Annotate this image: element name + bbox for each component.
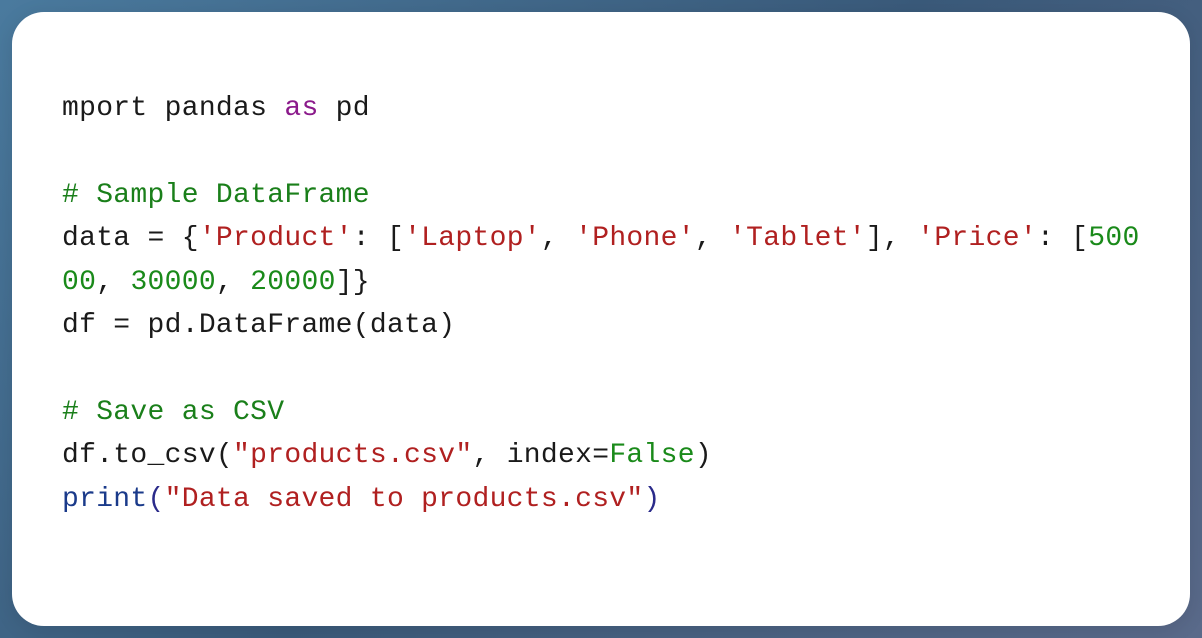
- code-token: ,: [541, 223, 575, 254]
- code-string: 'Tablet': [729, 223, 866, 254]
- code-token: : [: [1037, 223, 1088, 254]
- code-token: ,: [216, 267, 250, 298]
- code-token: ,: [96, 267, 130, 298]
- code-number: 30000: [130, 267, 216, 298]
- code-string: "Data saved to products.csv": [165, 484, 644, 515]
- code-comment: # Sample DataFrame: [62, 180, 370, 211]
- code-paren: (: [148, 484, 165, 515]
- code-paren: ): [644, 484, 661, 515]
- code-func: print: [62, 484, 148, 515]
- code-string: 'Laptop': [404, 223, 541, 254]
- code-token: df.to_csv(: [62, 440, 233, 471]
- code-card: mport pandas as pd # Sample DataFrame da…: [12, 12, 1190, 626]
- code-token: , index=: [472, 440, 609, 471]
- code-token: data = {: [62, 223, 199, 254]
- code-token: mport pandas: [62, 93, 284, 124]
- code-string: 'Price': [917, 223, 1037, 254]
- code-number: 20000: [250, 267, 336, 298]
- code-token: pd: [319, 93, 370, 124]
- code-block: mport pandas as pd # Sample DataFrame da…: [62, 87, 1140, 521]
- code-string: "products.csv": [233, 440, 472, 471]
- code-token: : [: [353, 223, 404, 254]
- code-string: 'Phone': [575, 223, 695, 254]
- code-token: ],: [866, 223, 917, 254]
- code-token: ,: [695, 223, 729, 254]
- code-token: ]}: [336, 267, 370, 298]
- keyword-as: as: [284, 93, 318, 124]
- code-token: ): [695, 440, 712, 471]
- code-string: 'Product': [199, 223, 353, 254]
- code-bool: False: [609, 440, 695, 471]
- code-token: df = pd.DataFrame(data): [62, 310, 455, 341]
- code-comment: # Save as CSV: [62, 397, 284, 428]
